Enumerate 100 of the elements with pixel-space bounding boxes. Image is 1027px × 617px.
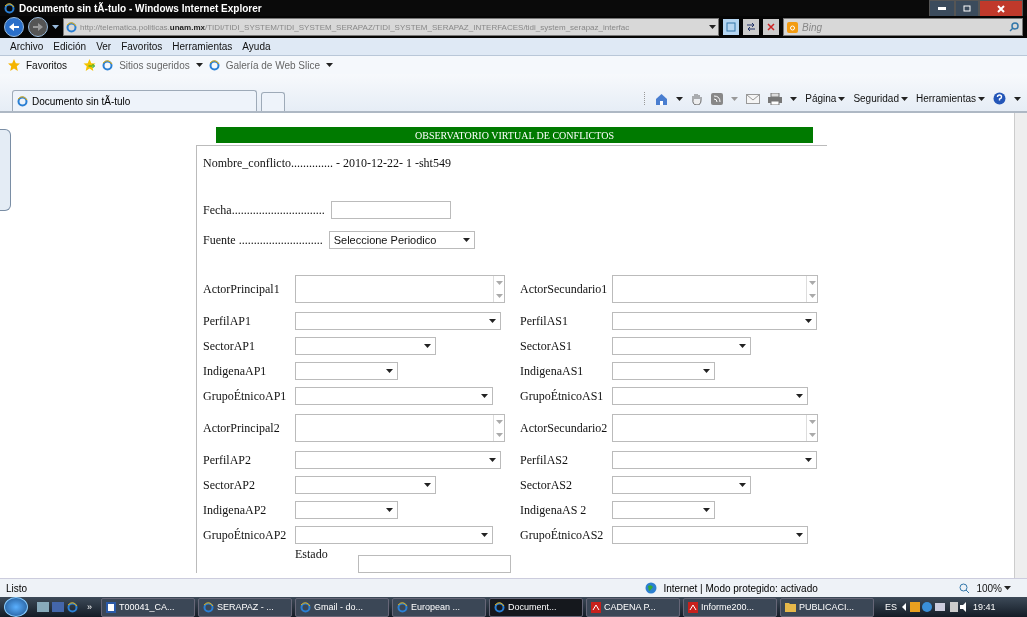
- browser-tab[interactable]: Documento sin tÃ-tulo: [12, 90, 257, 111]
- field-label: SectorAP2: [203, 477, 256, 493]
- taskbar-button[interactable]: PUBLICACI...: [780, 597, 874, 617]
- new-tab-button[interactable]: [261, 92, 285, 111]
- caret-icon: [703, 369, 710, 373]
- command-menu[interactable]: Seguridad: [853, 93, 908, 104]
- field-label: GrupoÉtnicoAS1: [520, 388, 605, 404]
- dropdown[interactable]: [612, 337, 751, 355]
- zoom-icon: [959, 582, 971, 594]
- dropdown[interactable]: [612, 387, 808, 405]
- dropdown[interactable]: [295, 312, 501, 330]
- field-label: ActorPrincipal1: [203, 281, 281, 297]
- caret-icon: [1014, 96, 1021, 101]
- zoom-level[interactable]: 100%: [976, 582, 1011, 594]
- feed-icon[interactable]: [711, 92, 724, 105]
- command-menu[interactable]: Herramientas: [915, 93, 985, 104]
- hand-icon[interactable]: [691, 92, 704, 105]
- ie-icon: [67, 601, 78, 613]
- taskbar-button[interactable]: SERAPAZ - ...: [198, 597, 292, 617]
- field-label: PerfilAS1: [520, 313, 569, 329]
- start-button[interactable]: [4, 597, 28, 617]
- menu-item[interactable]: Ver: [96, 41, 112, 52]
- refresh-icon[interactable]: [743, 19, 759, 35]
- language-indicator[interactable]: ES: [885, 602, 898, 612]
- menu-item[interactable]: Archivo: [10, 41, 44, 52]
- dropdown[interactable]: [295, 451, 501, 469]
- forward-button[interactable]: [28, 17, 48, 37]
- field-label: GrupoÉtnicoAP2: [203, 527, 288, 543]
- home-icon[interactable]: [655, 92, 669, 105]
- field-label: Fuente ............................: [203, 232, 323, 248]
- status-text: Listo: [6, 582, 29, 594]
- clock[interactable]: 19:41: [973, 602, 996, 612]
- text-area[interactable]: [612, 414, 818, 442]
- caret-icon: [790, 96, 798, 101]
- favorites-link[interactable]: Sitios sugeridos: [119, 59, 190, 71]
- caret-icon: [676, 96, 684, 101]
- menu-item[interactable]: Favoritos: [121, 41, 163, 52]
- menu-item[interactable]: Edición: [53, 41, 87, 52]
- field-label: SectorAP1: [203, 338, 256, 354]
- field-label: PerfilAS2: [520, 452, 569, 468]
- field-label: IndigenaAP1: [203, 363, 268, 379]
- menu-item[interactable]: Herramientas: [172, 41, 233, 52]
- text-area[interactable]: [295, 414, 505, 442]
- dropdown[interactable]: [295, 476, 436, 494]
- security-zone[interactable]: Internet | Modo protegido: activado: [663, 582, 924, 594]
- address-field[interactable]: http://telematica.politicas.unam.mx/TIDI/TIDI_SYSTEM/TIDI_SYSTEM_SERAPAZ/TIDI_SYSTEM_SERAPAZ_INTERFACES/tidi_system_serapaz_interfac: [63, 18, 719, 36]
- taskbar-button[interactable]: European ...: [392, 597, 486, 617]
- source-dropdown[interactable]: Seleccione Periodico: [328, 231, 475, 249]
- favorites-link[interactable]: Galería de Web Slice: [225, 59, 321, 71]
- command-menu[interactable]: Página: [805, 93, 846, 104]
- side-panel-handle[interactable]: [0, 129, 11, 211]
- taskbar-button[interactable]: Informe200...: [683, 597, 777, 617]
- back-button[interactable]: [4, 17, 24, 37]
- print-icon[interactable]: [768, 92, 783, 105]
- field-label: SectorAS1: [520, 338, 573, 354]
- back-arrow-icon: [9, 23, 19, 31]
- page-header: OBSERVATORIO VIRTUAL DE CONFLICTOS: [216, 127, 813, 143]
- caret-icon: [489, 458, 496, 462]
- date-field[interactable]: [330, 201, 451, 219]
- dropdown[interactable]: [295, 526, 493, 544]
- menu-item[interactable]: Ayuda: [242, 41, 271, 52]
- dropdown[interactable]: [612, 501, 715, 519]
- scrollbar[interactable]: [1014, 113, 1027, 578]
- field-label: IndigenaAS1: [520, 363, 585, 379]
- field-label: ActorSecundario1: [520, 281, 609, 297]
- caret-icon: [739, 483, 746, 487]
- search-icon[interactable]: [1009, 22, 1019, 32]
- stop-icon[interactable]: [763, 19, 779, 35]
- help-icon[interactable]: [993, 92, 1006, 105]
- caret-icon: [326, 63, 334, 67]
- dropdown[interactable]: [612, 312, 817, 330]
- caret-icon: [386, 508, 393, 512]
- overflow-button[interactable]: »: [87, 602, 92, 612]
- favorites-button[interactable]: Favoritos: [26, 59, 68, 71]
- dropdown[interactable]: [612, 451, 817, 469]
- field-label: Estado: [295, 547, 328, 563]
- ie-icon: [17, 95, 28, 107]
- text-area[interactable]: [295, 275, 505, 303]
- dropdown[interactable]: [612, 362, 715, 380]
- taskbar-button[interactable]: T00041_CA...: [101, 597, 195, 617]
- dropdown[interactable]: [295, 337, 436, 355]
- field-label: PerfilAP1: [203, 313, 252, 329]
- dropdown[interactable]: [295, 387, 493, 405]
- dropdown[interactable]: [612, 526, 808, 544]
- dropdown[interactable]: [295, 501, 398, 519]
- ie-icon: [208, 59, 220, 71]
- window-title: Documento sin tÃ-tulo - Windows Internet Explorer: [19, 2, 263, 14]
- mail-icon[interactable]: [746, 93, 761, 104]
- dropdown[interactable]: [612, 476, 751, 494]
- caret-icon: [424, 483, 431, 487]
- taskbar-button[interactable]: CADENA P...: [586, 597, 680, 617]
- taskbar-button[interactable]: Gmail - do...: [295, 597, 389, 617]
- document-icon: [106, 601, 116, 613]
- caret-icon: [481, 394, 488, 398]
- taskbar-button[interactable]: Document...: [489, 597, 583, 617]
- add-favorite-icon[interactable]: [83, 59, 97, 71]
- text-area[interactable]: [612, 275, 818, 303]
- dropdown[interactable]: [295, 362, 398, 380]
- dropdown[interactable]: [357, 555, 511, 573]
- field-label: ActorPrincipal2: [203, 420, 281, 436]
